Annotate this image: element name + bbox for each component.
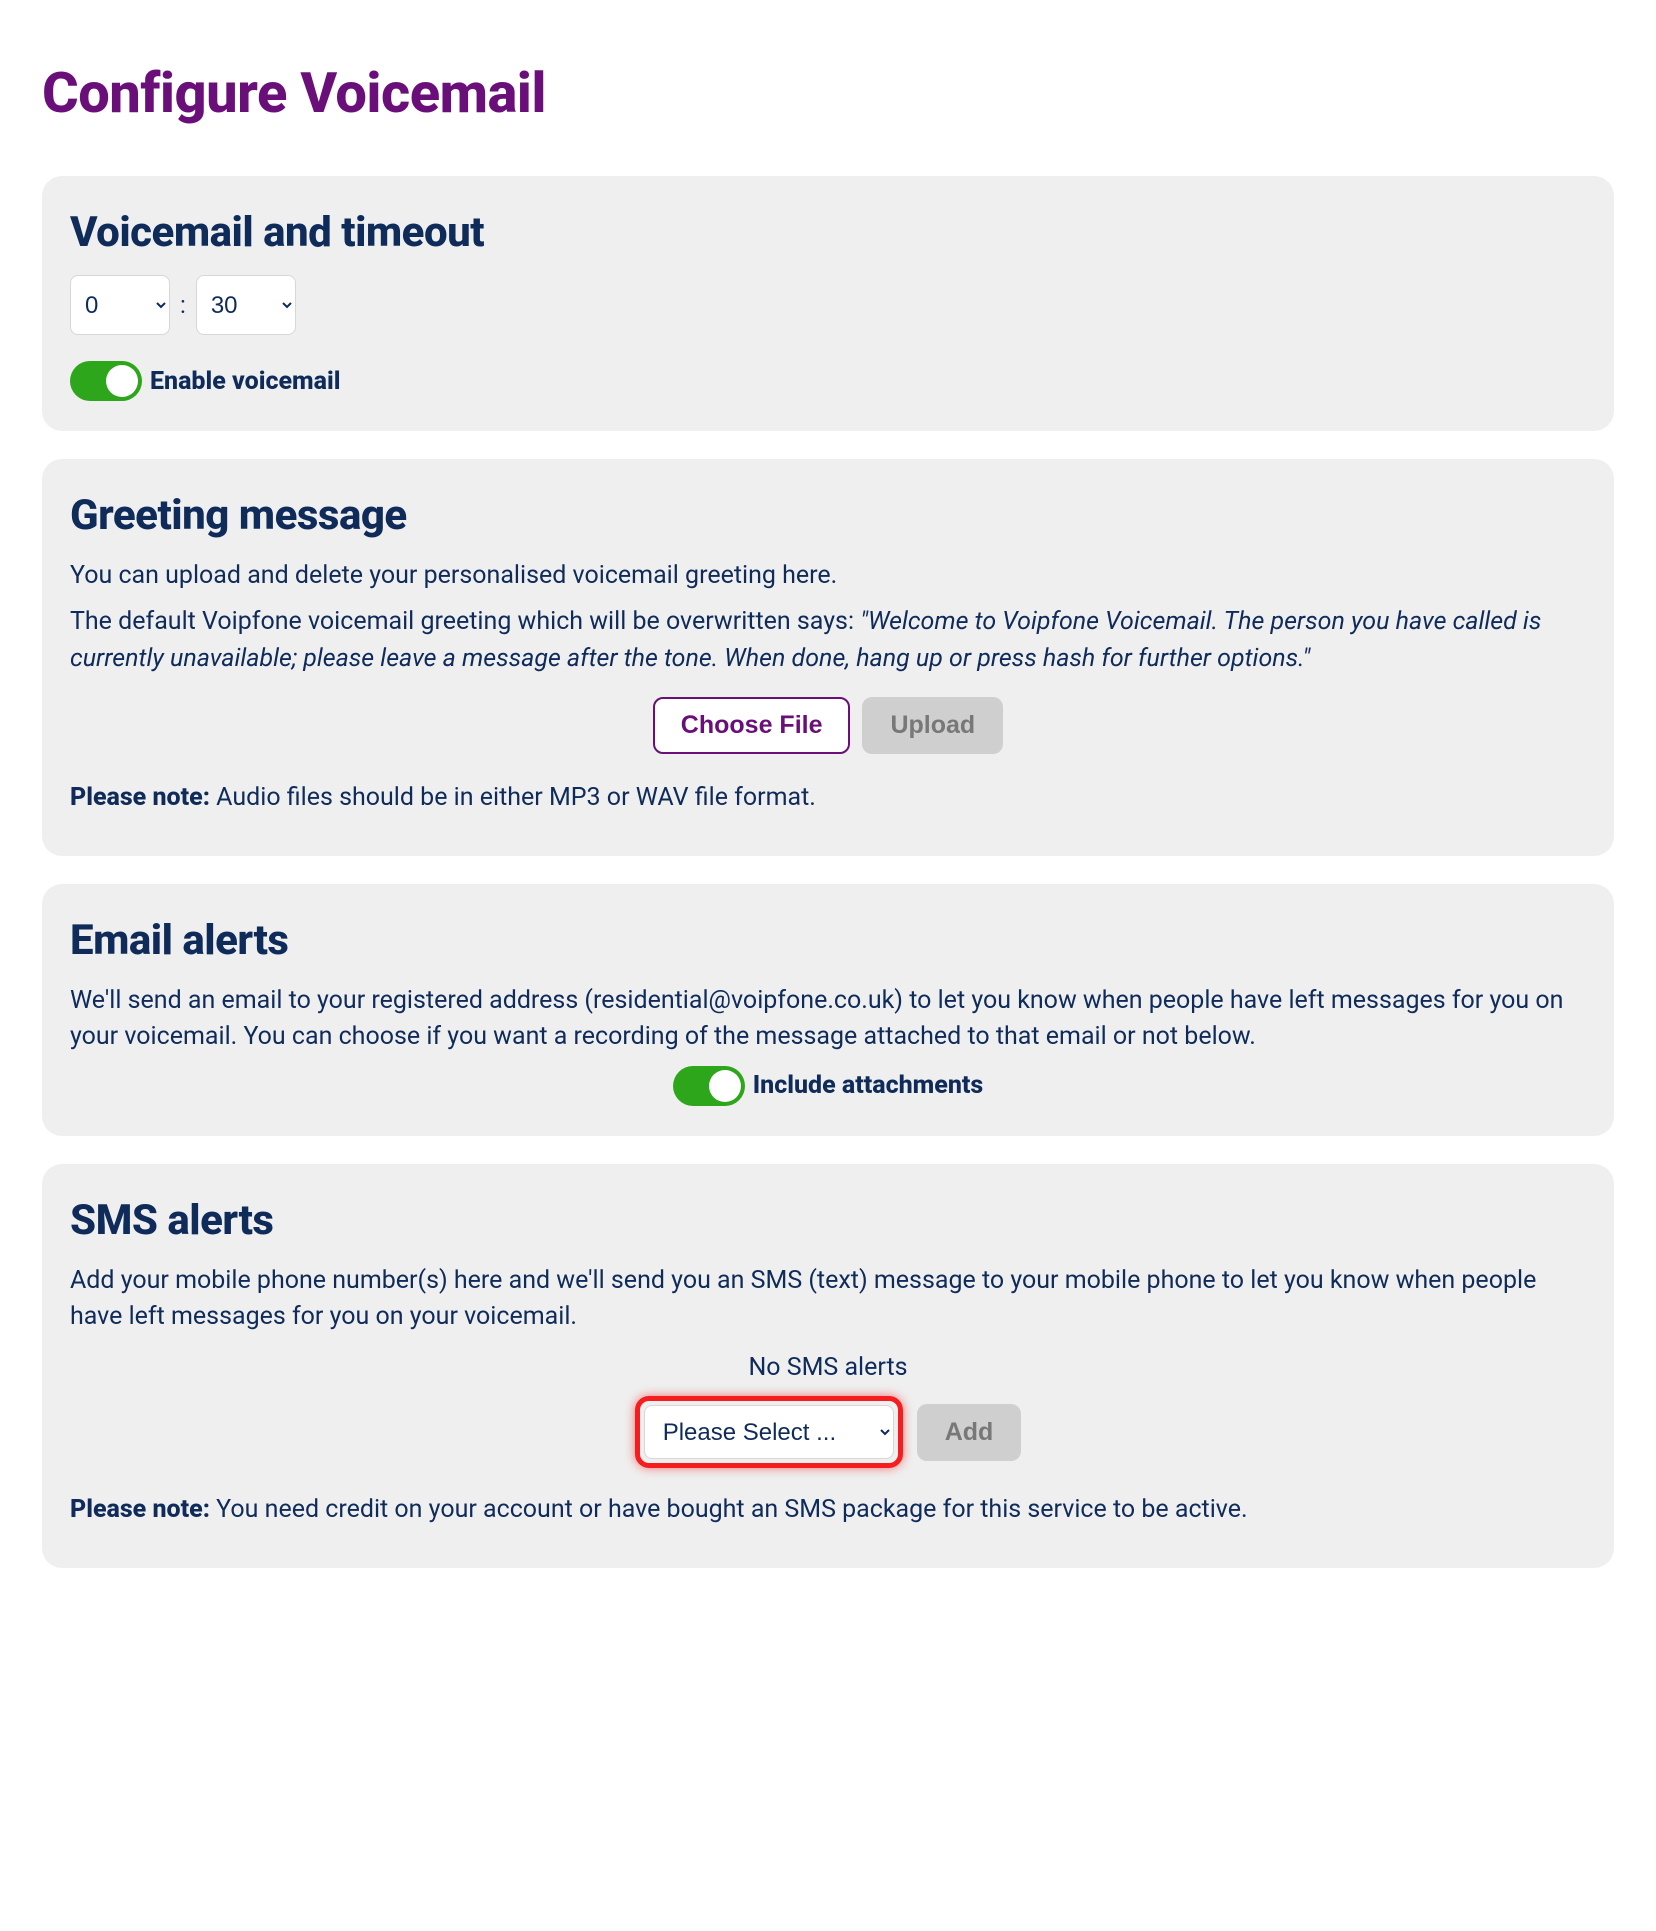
email-card: Email alerts We'll send an email to your… <box>42 884 1614 1136</box>
sms-row: Please Select ... Add <box>70 1396 1586 1468</box>
page-title: Configure Voicemail <box>42 60 1614 126</box>
timeout-seconds-select[interactable]: 30 <box>196 275 296 335</box>
enable-voicemail-row: Enable voicemail <box>70 361 1586 401</box>
email-toggle-row: Include attachments <box>70 1066 1586 1106</box>
enable-voicemail-label: Enable voicemail <box>150 367 340 396</box>
sms-note-label: Please note: <box>70 1495 210 1524</box>
greeting-note-label: Please note: <box>70 783 210 812</box>
greeting-note-text: Audio files should be in either MP3 or W… <box>210 783 816 812</box>
greeting-line1: You can upload and delete your personali… <box>70 558 1586 594</box>
greeting-upload-row: Choose File Upload <box>70 697 1586 754</box>
upload-button[interactable]: Upload <box>862 697 1003 754</box>
timeout-row: 0 : 30 <box>70 275 1586 335</box>
timeout-heading: Voicemail and timeout <box>70 208 1586 257</box>
greeting-card: Greeting message You can upload and dele… <box>42 459 1614 856</box>
include-attachments-label: Include attachments <box>753 1071 984 1100</box>
choose-file-button[interactable]: Choose File <box>653 697 851 754</box>
sms-heading: SMS alerts <box>70 1196 1586 1245</box>
include-attachments-toggle[interactable] <box>673 1066 745 1106</box>
greeting-line2: The default Voipfone voicemail greeting … <box>70 604 1586 677</box>
sms-add-button[interactable]: Add <box>917 1404 1022 1461</box>
email-heading: Email alerts <box>70 916 1586 965</box>
sms-note-text: You need credit on your account or have … <box>210 1495 1248 1524</box>
sms-number-select[interactable]: Please Select ... <box>644 1405 894 1459</box>
email-body: We'll send an email to your registered a… <box>70 983 1586 1056</box>
enable-voicemail-toggle[interactable] <box>70 361 142 401</box>
timeout-minutes-select[interactable]: 0 <box>70 275 170 335</box>
greeting-heading: Greeting message <box>70 491 1586 540</box>
sms-select-highlight: Please Select ... <box>635 1396 903 1468</box>
timeout-card: Voicemail and timeout 0 : 30 Enable voic… <box>42 176 1614 431</box>
greeting-line2-prefix: The default Voipfone voicemail greeting … <box>70 607 860 636</box>
timeout-separator: : <box>180 291 186 319</box>
sms-note: Please note: You need credit on your acc… <box>70 1492 1586 1528</box>
sms-status: No SMS alerts <box>70 1353 1586 1382</box>
greeting-note: Please note: Audio files should be in ei… <box>70 780 1586 816</box>
sms-body: Add your mobile phone number(s) here and… <box>70 1263 1586 1336</box>
sms-card: SMS alerts Add your mobile phone number(… <box>42 1164 1614 1569</box>
